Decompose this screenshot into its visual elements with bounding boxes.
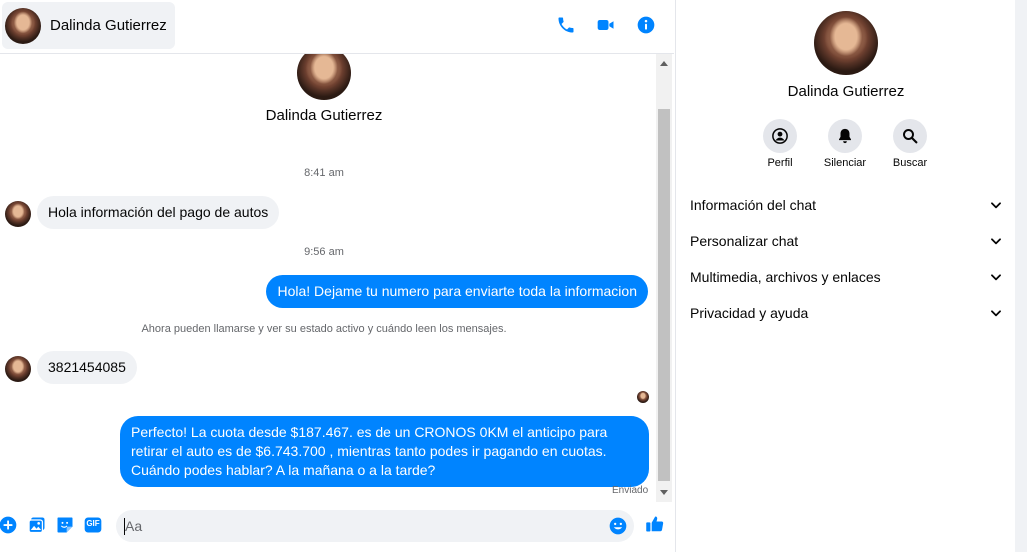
conversation-info-panel: Dalinda Gutierrez Perfil Silenciar Busca… xyxy=(675,0,1027,552)
chat-header: Dalinda Gutierrez xyxy=(0,0,674,54)
delivery-status: Enviado xyxy=(612,485,649,496)
outgoing-message[interactable]: Perfecto! La cuota desde $187.467. es de… xyxy=(120,416,649,487)
message-input[interactable] xyxy=(125,510,595,542)
mute-label: Silenciar xyxy=(823,157,867,169)
scroll-up-arrow[interactable] xyxy=(660,61,668,66)
section-media-files-links[interactable]: Multimedia, archivos y enlaces xyxy=(690,262,1003,292)
message-input-box[interactable] xyxy=(116,510,634,542)
sticker-icon[interactable] xyxy=(55,515,75,535)
message-composer: GIF xyxy=(0,502,674,552)
section-customize-chat[interactable]: Personalizar chat xyxy=(690,226,1003,256)
thread-contact-avatar xyxy=(297,54,351,100)
chevron-down-icon xyxy=(991,310,1001,317)
scroll-thumb[interactable] xyxy=(658,109,670,481)
outgoing-message[interactable]: Hola! Dejame tu numero para enviarte tod… xyxy=(266,275,648,308)
section-chat-info[interactable]: Información del chat xyxy=(690,190,1003,220)
thread-contact-name: Dalinda Gutierrez xyxy=(265,107,383,124)
contact-header-button[interactable]: Dalinda Gutierrez xyxy=(2,2,175,49)
thread-scrollbar[interactable] xyxy=(656,54,672,502)
section-privacy-help[interactable]: Privacidad y ayuda xyxy=(690,298,1003,328)
section-label: Multimedia, archivos y enlaces xyxy=(690,269,881,285)
chat-column: Dalinda Gutierrez Dalinda Gutierrez 8:41… xyxy=(0,0,674,552)
mute-button[interactable]: Silenciar xyxy=(815,119,875,169)
emoji-icon[interactable] xyxy=(608,516,628,536)
scroll-down-arrow[interactable] xyxy=(660,490,668,495)
sender-avatar xyxy=(5,356,31,382)
search-button[interactable]: Buscar xyxy=(880,119,940,169)
contact-name: Dalinda Gutierrez xyxy=(50,17,167,34)
profile-icon xyxy=(772,128,788,144)
chevron-down-icon xyxy=(991,202,1001,209)
gif-label: GIF xyxy=(86,519,100,528)
incoming-message[interactable]: 3821454085 xyxy=(37,351,137,384)
system-note: Ahora pueden llamarse y ver su estado ac… xyxy=(141,323,507,335)
thumbs-up-icon[interactable] xyxy=(645,514,665,534)
seen-avatar xyxy=(637,391,649,403)
bell-icon xyxy=(839,128,851,144)
chevron-down-icon xyxy=(991,274,1001,281)
contact-avatar xyxy=(5,7,41,44)
search-label: Buscar xyxy=(892,157,928,169)
video-camera-icon[interactable] xyxy=(595,14,617,36)
sender-avatar xyxy=(5,201,31,227)
timestamp: 9:56 am xyxy=(304,246,344,258)
message-thread: Dalinda Gutierrez 8:41 am Hola informaci… xyxy=(0,54,656,502)
gif-icon[interactable]: GIF xyxy=(83,515,103,535)
panel-contact-name: Dalinda Gutierrez xyxy=(787,83,905,100)
section-label: Información del chat xyxy=(690,197,817,213)
panel-contact-avatar xyxy=(814,11,878,75)
section-label: Personalizar chat xyxy=(690,233,799,249)
profile-button[interactable]: Perfil xyxy=(750,119,810,169)
window-edge xyxy=(1015,0,1027,552)
plus-circle-icon[interactable] xyxy=(0,515,18,535)
phone-icon[interactable] xyxy=(555,14,577,36)
incoming-message[interactable]: Hola información del pago de autos xyxy=(37,196,280,229)
image-icon[interactable] xyxy=(27,515,47,535)
messenger-window: Dalinda Gutierrez Dalinda Gutierrez 8:41… xyxy=(0,0,1027,552)
timestamp: 8:41 am xyxy=(304,167,344,179)
search-icon xyxy=(903,129,918,144)
section-label: Privacidad y ayuda xyxy=(690,305,809,321)
profile-label: Perfil xyxy=(767,157,793,169)
info-icon[interactable] xyxy=(635,14,657,36)
chevron-down-icon xyxy=(991,238,1001,245)
